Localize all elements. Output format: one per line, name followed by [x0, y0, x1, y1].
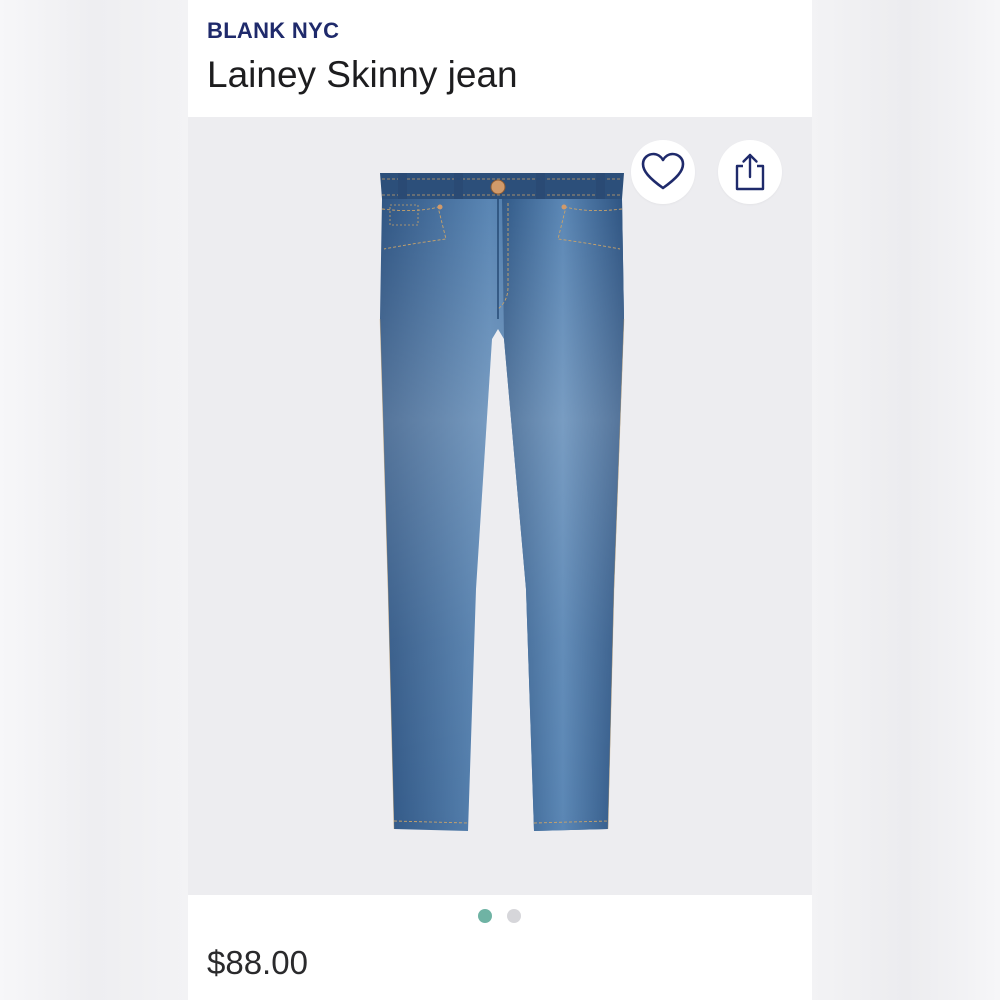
- favorite-button[interactable]: [631, 140, 695, 204]
- share-button[interactable]: [718, 140, 782, 204]
- product-price: $88.00: [207, 944, 308, 981]
- right-blurred-margin: [812, 0, 1000, 1000]
- product-header: BLANK NYC Lainey Skinny jean: [188, 0, 812, 117]
- brand-name[interactable]: BLANK NYC: [207, 18, 339, 44]
- image-gallery[interactable]: [188, 117, 812, 895]
- pagination-dot[interactable]: [507, 909, 521, 923]
- product-title: Lainey Skinny jean: [207, 54, 518, 95]
- heart-outline-icon: [641, 152, 685, 190]
- left-blurred-margin: [0, 0, 188, 1000]
- product-image-jeans: [379, 173, 625, 831]
- product-card: BLANK NYC Lainey Skinny jean $88.00: [188, 0, 812, 1000]
- pagination-dot-active[interactable]: [478, 909, 492, 923]
- share-upload-icon: [735, 153, 765, 191]
- gallery-pagination: [188, 895, 812, 937]
